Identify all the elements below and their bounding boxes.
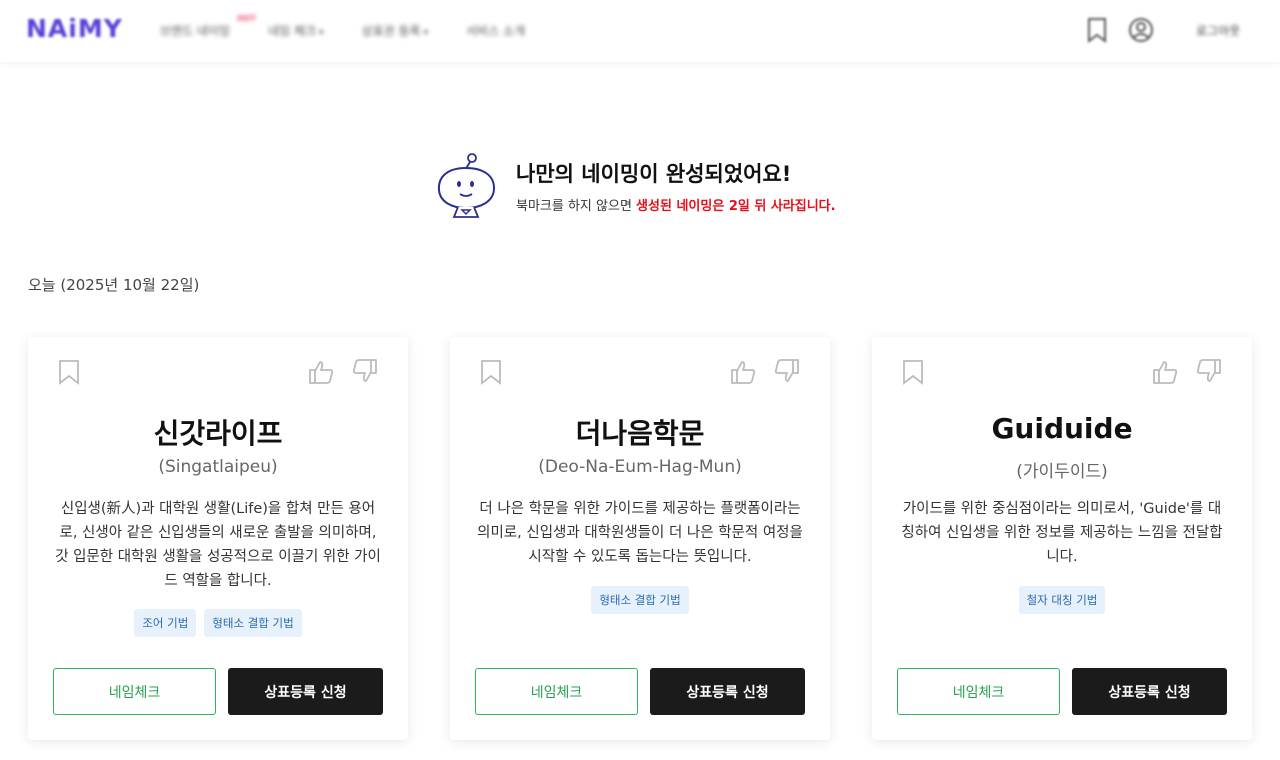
bookmark-icon[interactable] <box>57 358 81 386</box>
naming-card: 더나음학문 (Deo-Na-Eum-Hag-Mun) 더 나은 학문을 위한 가… <box>450 337 830 740</box>
chevron-down-icon: ▾ <box>423 28 429 38</box>
hot-badge: HOT <box>237 14 257 23</box>
trademark-apply-button[interactable]: 상표등록 신청 <box>228 668 383 715</box>
user-icon[interactable] <box>1127 16 1153 44</box>
top-header: NAiMY 브랜드 네이밍 HOT 네임 체크 ▾ 상표권 등록 ▾ 서비스 소개 … <box>0 0 1280 62</box>
card-romanization: (Deo-Na-Eum-Hag-Mun) <box>538 457 742 477</box>
name-check-button[interactable]: 네임체크 <box>897 668 1060 715</box>
logout-link[interactable]: 로그아웃 <box>1196 22 1240 39</box>
card-tags: 조어 기법 형태소 결합 기법 <box>28 609 408 637</box>
technique-tag: 철자 대칭 기법 <box>1018 586 1106 614</box>
chevron-down-icon: ▾ <box>319 28 324 38</box>
name-check-button[interactable]: 네임체크 <box>475 668 638 715</box>
mascot-icon <box>436 150 498 222</box>
nav-label: 상표권 등록 <box>361 24 421 38</box>
card-description: 가이드를 위한 중심점이라는 의미로서, 'Guide'를 대칭하여 신입생을 … <box>901 501 1223 565</box>
nav-item-trademark[interactable]: 상표권 등록 ▾ <box>362 22 429 39</box>
card-tags: 철자 대칭 기법 <box>872 586 1252 614</box>
technique-tag: 형태소 결합 기법 <box>204 609 302 637</box>
technique-tag: 조어 기법 <box>134 609 197 637</box>
nav-item-name-check[interactable]: 네임 체크 ▾ <box>268 22 324 39</box>
nav-label: 네임 체크 <box>268 24 317 38</box>
bookmark-icon[interactable] <box>901 358 925 386</box>
thumbs-up-icon[interactable] <box>729 358 757 386</box>
date-label: 오늘 (2025년 10월 22일) <box>28 276 200 294</box>
bookmark-icon[interactable] <box>1084 16 1110 44</box>
card-description: 더 나은 학문을 위한 가이드를 제공하는 플랫폼이라는 의미로, 신입생과 대… <box>477 501 803 565</box>
nav-label: 서비스 소개 <box>466 24 526 38</box>
name-check-button[interactable]: 네임체크 <box>53 668 216 715</box>
thumbs-up-icon[interactable] <box>307 358 335 386</box>
card-name: 신갓라이프 <box>153 417 283 450</box>
bookmark-icon[interactable] <box>479 358 503 386</box>
nav-item-brand-naming[interactable]: 브랜드 네이밍 HOT <box>160 14 256 39</box>
card-description: 신입생(新人)과 대학원 생활(Life)을 합쳐 만든 용어로, 신생아 같은… <box>55 501 381 589</box>
thumbs-up-icon[interactable] <box>1151 358 1179 386</box>
naming-card: Guiduide (가이두이드) 가이드를 위한 중심점이라는 의미로서, 'G… <box>872 337 1252 740</box>
card-name: Guiduide <box>991 412 1133 445</box>
hero-subtitle-warning: 생성된 네이밍은 2일 뒤 사라집니다. <box>636 199 836 214</box>
technique-tag: 형태소 결합 기법 <box>591 586 689 614</box>
main-nav: 브랜드 네이밍 HOT 네임 체크 ▾ 상표권 등록 ▾ 서비스 소개 <box>160 14 525 39</box>
card-tags: 형태소 결합 기법 <box>450 586 830 614</box>
hero-title: 나만의 네이밍이 완성되었어요! <box>516 162 792 186</box>
hero-subtitle-plain: 북마크를 하지 않으면 <box>516 199 637 214</box>
thumbs-down-icon[interactable] <box>773 357 801 385</box>
card-name: 더나음학문 <box>575 417 705 450</box>
trademark-apply-button[interactable]: 상표등록 신청 <box>1072 668 1227 715</box>
hero-subtitle: 북마크를 하지 않으면 생성된 네이밍은 2일 뒤 사라집니다. <box>516 195 836 214</box>
naming-card: 신갓라이프 (Singatlaipeu) 신입생(新人)과 대학원 생활(Lif… <box>28 337 408 740</box>
card-romanization: (가이두이드) <box>1016 462 1108 482</box>
thumbs-down-icon[interactable] <box>351 357 379 385</box>
nav-item-about[interactable]: 서비스 소개 <box>466 22 525 39</box>
card-romanization: (Singatlaipeu) <box>158 457 278 477</box>
trademark-apply-button[interactable]: 상표등록 신청 <box>650 668 805 715</box>
thumbs-down-icon[interactable] <box>1195 357 1223 385</box>
logo[interactable]: NAiMY <box>26 14 123 43</box>
nav-label: 브랜드 네이밍 <box>160 24 231 38</box>
